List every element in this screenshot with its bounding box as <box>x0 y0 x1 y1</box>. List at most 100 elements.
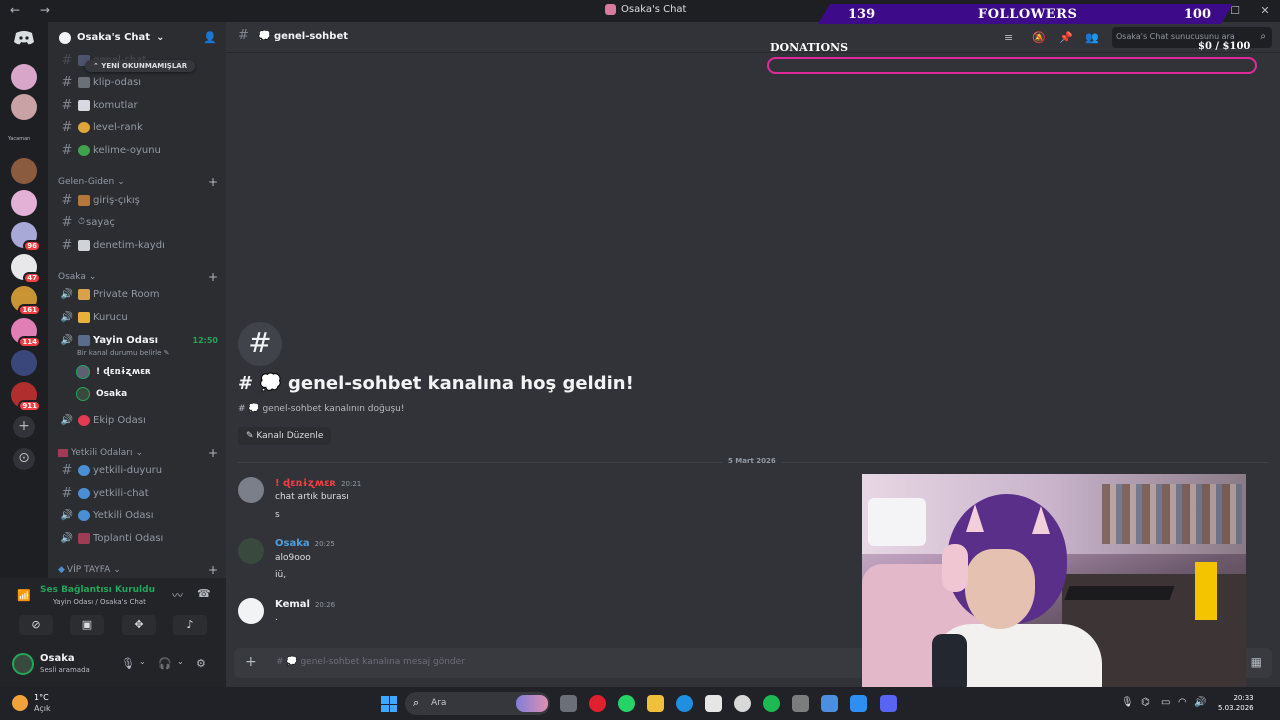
attach-plus-icon[interactable]: + <box>245 654 257 670</box>
message-author[interactable]: ! ɖɛռɨʐʍɛʀ 20:21 <box>275 478 361 489</box>
microphone-icon[interactable]: 🎙 <box>1121 697 1134 708</box>
explore-icon[interactable]: ⊙ <box>13 448 35 470</box>
add-channel-icon[interactable]: + <box>208 175 218 189</box>
taskbar-search[interactable]: ⌕ Ara <box>405 692 550 715</box>
noise-suppression-icon[interactable]: 〰 <box>172 587 183 603</box>
close-button[interactable]: ✕ <box>1250 0 1280 22</box>
sidebar-channel[interactable]: # klip-odası <box>56 72 220 92</box>
voice-channel[interactable]: 🔊 Kurucu <box>56 307 220 327</box>
clock[interactable]: 20:33 5.03.2026 <box>1218 693 1254 713</box>
voice-connected-status[interactable]: Ses Bağlantısı Kuruldu <box>40 585 155 595</box>
pin-icon[interactable]: 📌 <box>1059 31 1073 44</box>
opera-icon[interactable] <box>589 695 606 712</box>
category-yetkili[interactable]: Yetkili Odaları ⌄ + <box>58 446 218 460</box>
chatgpt-icon[interactable] <box>734 695 751 712</box>
server-avatar[interactable] <box>11 158 37 184</box>
sidebar-channel[interactable]: # ⏱ sayaç <box>56 212 220 232</box>
chevron-down-icon[interactable]: ⌄ <box>139 657 146 666</box>
avatar[interactable] <box>12 653 34 675</box>
chevron-down-icon[interactable]: ⌄ <box>177 657 184 666</box>
sidebar-channel[interactable]: # level-rank <box>56 117 220 137</box>
voice-location[interactable]: Yayin Odası / Osaka's Chat <box>53 598 146 606</box>
voice-status[interactable]: Bir kanal durumu belirle ✎ <box>77 349 170 357</box>
add-channel-icon[interactable]: + <box>208 563 218 577</box>
weather-icon[interactable] <box>12 695 28 711</box>
apps-icon[interactable]: ▦ <box>1251 655 1262 669</box>
voice-user[interactable]: ! ɖɛռɨʐʍɛʀ <box>76 365 151 379</box>
sidebar-channel[interactable]: # yetkili-chat <box>56 483 220 503</box>
voice-channel[interactable]: 🔊 Ekip Odası <box>56 410 220 430</box>
task-view-icon[interactable] <box>560 695 577 712</box>
server-avatar[interactable]: 161 <box>11 286 41 316</box>
mute-bell-icon[interactable]: 🔕 <box>1032 31 1046 44</box>
edit-channel-button[interactable]: ✎ Kanalı Düzenle <box>238 427 332 445</box>
server-avatar[interactable] <box>11 350 37 376</box>
add-channel-icon[interactable]: + <box>208 270 218 284</box>
weather-condition[interactable]: Açık <box>34 704 51 713</box>
server-avatar[interactable] <box>11 64 37 90</box>
sidebar-channel[interactable]: # kelime-oyunu <box>56 140 220 160</box>
app-icon[interactable] <box>821 695 838 712</box>
message-author[interactable]: Kemal 20:26 <box>275 599 335 610</box>
headphones-icon[interactable]: 🎧 <box>158 657 172 670</box>
edge-icon[interactable] <box>676 695 693 712</box>
add-member-icon[interactable]: 👤 <box>203 31 217 44</box>
store-icon[interactable] <box>705 695 722 712</box>
server-avatar[interactable]: 114 <box>11 318 41 348</box>
category-osaka[interactable]: Osaka ⌄ + <box>58 270 218 284</box>
gear-icon[interactable]: ⚙ <box>196 657 206 670</box>
discord-logo-icon[interactable] <box>13 30 35 46</box>
sidebar-channel[interactable]: # denetim-kaydı <box>56 235 220 255</box>
add-channel-icon[interactable]: + <box>208 446 218 460</box>
soundboard-button[interactable]: ♪ <box>173 615 207 635</box>
category-vip[interactable]: ◆ VİP TAYFA ⌄ + <box>58 563 218 577</box>
folder-icon[interactable] <box>647 695 664 712</box>
avatar[interactable] <box>238 538 264 564</box>
sidebar-channel[interactable]: # giriş-çıkış <box>56 190 220 210</box>
unread-pill[interactable]: ⌃ YENİ OKUNMAMIŞLAR <box>85 60 196 72</box>
sidebar-channel[interactable]: # komutlar <box>56 95 220 115</box>
server-avatar[interactable] <box>11 94 37 120</box>
user-name[interactable]: Osaka <box>40 653 75 664</box>
notification-icon[interactable]: ▭ <box>1161 697 1170 708</box>
voice-user[interactable]: Osaka <box>76 387 127 401</box>
network-icon[interactable]: ⌬ <box>1141 697 1150 708</box>
members-icon[interactable]: 👥 <box>1085 31 1099 44</box>
activities-button[interactable]: ✥ <box>122 615 156 635</box>
avatar[interactable] <box>238 477 264 503</box>
sidebar-channel[interactable]: # yetkili-duyuru <box>56 460 220 480</box>
voice-channel[interactable]: 🔊 Yetkili Odası <box>56 505 220 525</box>
composer-placeholder[interactable]: # 💭 genel-sohbet kanalına mesaj gönder <box>276 657 465 667</box>
threads-icon[interactable]: ≡ <box>1004 31 1013 44</box>
camera-off-button[interactable]: ⊘ <box>19 615 53 635</box>
nav-arrows[interactable]: ← → <box>10 3 58 17</box>
spotify-icon[interactable] <box>763 695 780 712</box>
whatsapp-icon[interactable] <box>618 695 635 712</box>
os-taskbar: 1°C Açık ⌕ Ara 🎙 ⌬ ▭ ◠ 🔊 20:33 5.03.2026 <box>0 687 1280 720</box>
category-gelen-giden[interactable]: Gelen-Giden ⌄ + <box>58 175 218 189</box>
discord-icon[interactable] <box>880 695 897 712</box>
voice-channel-active[interactable]: 🔊 Yayin Odası 12:50 <box>56 330 220 350</box>
start-button[interactable] <box>381 696 397 712</box>
server-avatar[interactable] <box>11 190 37 216</box>
screen-share-button[interactable]: ▣ <box>70 615 104 635</box>
wifi-icon[interactable]: ◠ <box>1178 697 1187 708</box>
avatar[interactable] <box>238 598 264 624</box>
disconnect-icon[interactable]: ☎ <box>197 587 211 600</box>
zoom-icon[interactable] <box>850 695 867 712</box>
server-avatar[interactable]: 47 <box>11 254 41 284</box>
search-icon: ⌕ <box>413 696 420 709</box>
microphone-icon[interactable]: 🎙 <box>121 657 135 670</box>
chevron-down-icon: ⌄ <box>135 448 144 458</box>
message-author[interactable]: Osaka 20:25 <box>275 538 335 549</box>
volume-icon[interactable]: 🔊 <box>1194 697 1206 708</box>
signal-icon[interactable]: 📶 <box>17 589 31 602</box>
voice-channel[interactable]: 🔊 Private Room <box>56 284 220 304</box>
app-icon[interactable] <box>792 695 809 712</box>
server-avatar[interactable]: 911 <box>11 382 41 412</box>
guild-header[interactable]: Osaka's Chat ⌄ 👤 <box>48 22 226 53</box>
server-avatar[interactable]: 96 <box>11 222 41 252</box>
add-server-icon[interactable]: + <box>13 416 35 438</box>
weather-temp[interactable]: 1°C <box>34 693 49 702</box>
voice-channel[interactable]: 🔊 Toplanti Odası <box>56 528 220 548</box>
